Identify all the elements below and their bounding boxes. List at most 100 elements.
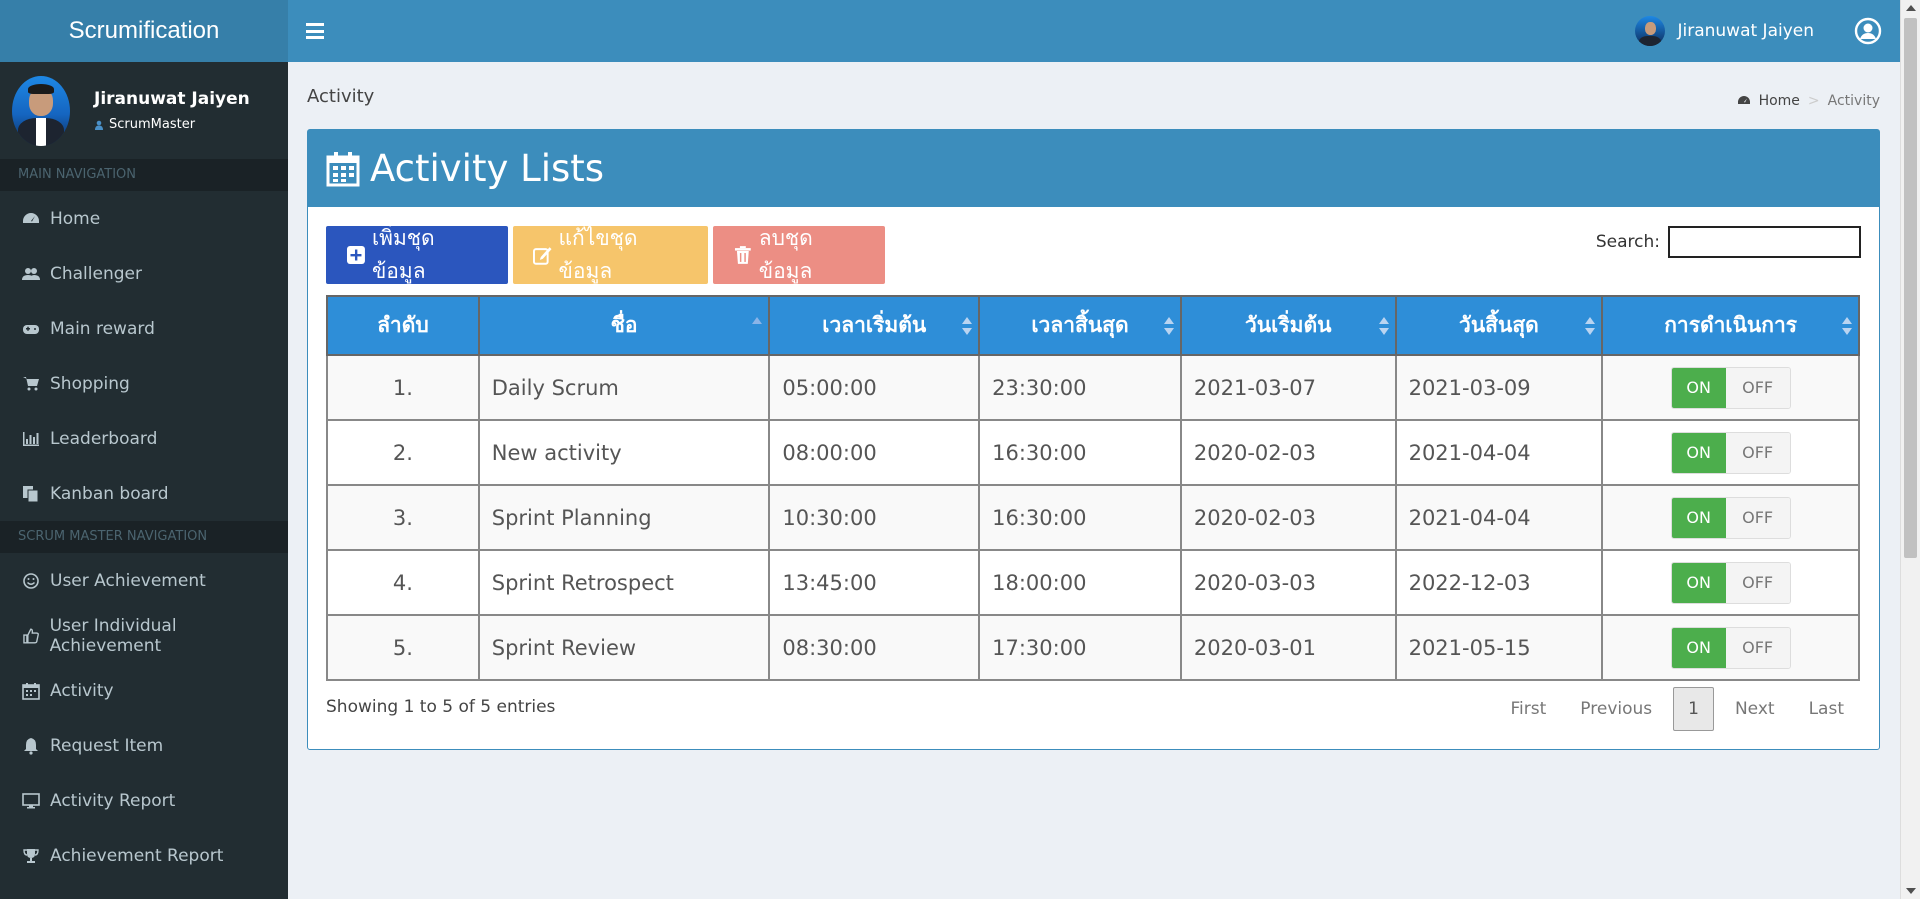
breadcrumb-home[interactable]: Home	[1759, 93, 1800, 109]
table-row[interactable]: 4. Sprint Retrospect 13:45:00 18:00:00 2…	[326, 549, 1860, 616]
add-dataset-label: เพิ่มชุดข้อมูล	[371, 226, 435, 283]
cell-action: ON OFF	[1601, 419, 1860, 486]
user-circle-icon[interactable]	[1854, 17, 1882, 45]
sidebar-item-kanban-board[interactable]: Kanban board	[0, 466, 288, 521]
toggle-on[interactable]: ON	[1671, 497, 1726, 538]
cell-action: ON OFF	[1601, 614, 1860, 681]
main-nav-header: MAIN NAVIGATION	[0, 159, 288, 191]
cell-start-time: 10:30:00	[768, 484, 981, 551]
pagination-first[interactable]: First	[1494, 687, 1564, 731]
status-toggle[interactable]: ON OFF	[1670, 366, 1791, 409]
cell-action: ON OFF	[1601, 549, 1860, 616]
search-input[interactable]	[1668, 226, 1861, 258]
cell-start-date: 2020-02-03	[1179, 484, 1397, 551]
cell-name: Sprint Retrospect	[477, 549, 771, 616]
pagination-previous[interactable]: Previous	[1563, 687, 1669, 731]
calendar-icon	[22, 682, 40, 700]
sidebar-item-activity-report[interactable]: Activity Report	[0, 773, 288, 828]
status-toggle[interactable]: ON OFF	[1670, 431, 1791, 474]
scroll-up-icon[interactable]	[1906, 5, 1916, 11]
column-header-no[interactable]: ลำดับ	[326, 295, 480, 356]
breadcrumb: Home > Activity	[1737, 93, 1880, 109]
scrollbar[interactable]	[1900, 0, 1920, 899]
top-user-menu[interactable]: Jiranuwat Jaiyen	[1635, 16, 1814, 46]
top-user-name: Jiranuwat Jaiyen	[1677, 21, 1814, 41]
table-row[interactable]: 3. Sprint Planning 10:30:00 16:30:00 202…	[326, 484, 1860, 551]
thumbs-up-icon	[23, 627, 39, 644]
sidebar-item-request-item[interactable]: Request Item	[0, 718, 288, 773]
status-toggle[interactable]: ON OFF	[1670, 626, 1791, 669]
table-row[interactable]: 5. Sprint Review 08:30:00 17:30:00 2020-…	[326, 614, 1860, 681]
page-title: Activity	[307, 86, 375, 107]
sidebar-item-user-individual-achievement[interactable]: User Individual Achievement	[0, 608, 288, 663]
edit-dataset-button[interactable]: แก้ไขชุดข้อมูล	[513, 226, 708, 284]
toggle-off[interactable]: OFF	[1725, 627, 1790, 668]
box-title: Activity Lists	[370, 147, 605, 190]
toggle-off[interactable]: OFF	[1725, 367, 1790, 408]
toggle-on[interactable]: ON	[1671, 627, 1726, 668]
table-header-row: ลำดับ ชื่อ เวลาเริ่มต้น เวลาสิ้นสุด วันเ…	[326, 295, 1860, 356]
sidebar-item-shopping[interactable]: Shopping	[0, 356, 288, 411]
toggle-off[interactable]: OFF	[1725, 562, 1790, 603]
cell-name: New activity	[477, 419, 771, 486]
add-dataset-button[interactable]: เพิ่มชุดข้อมูล	[326, 226, 508, 284]
app-logo[interactable]: Scrumification	[0, 0, 288, 62]
user-role: ScrumMaster	[94, 117, 250, 132]
status-toggle[interactable]: ON OFF	[1670, 496, 1791, 539]
pagination-next[interactable]: Next	[1718, 687, 1792, 731]
column-header-end-time[interactable]: เวลาสิ้นสุด	[978, 295, 1182, 356]
toggle-off[interactable]: OFF	[1725, 432, 1790, 473]
table-row[interactable]: 2. New activity 08:00:00 16:30:00 2020-0…	[326, 419, 1860, 486]
column-header-start-time[interactable]: เวลาเริ่มต้น	[768, 295, 981, 356]
sidebar-item-achievement-report[interactable]: Achievement Report	[0, 828, 288, 883]
sidebar-item-home[interactable]: Home	[0, 191, 288, 246]
scroll-thumb[interactable]	[1904, 18, 1917, 558]
cell-start-time: 05:00:00	[768, 354, 981, 421]
bell-icon	[24, 737, 38, 755]
delete-dataset-button[interactable]: ลบชุดข้อมูล	[713, 226, 885, 284]
pagination-last[interactable]: Last	[1792, 687, 1861, 731]
sidebar-item-label: Kanban board	[50, 483, 169, 504]
sidebar-item-label: Leaderboard	[50, 428, 158, 449]
sort-icon	[1163, 317, 1174, 335]
plus-square-icon	[346, 246, 365, 264]
cell-action: ON OFF	[1601, 354, 1860, 421]
toggle-on[interactable]: ON	[1671, 367, 1726, 408]
edit-dataset-label: แก้ไขชุดข้อมูล	[558, 226, 638, 283]
calendar-icon	[326, 151, 360, 186]
sort-asc-icon	[752, 317, 763, 324]
cell-name: Sprint Planning	[477, 484, 771, 551]
sidebar-item-activity[interactable]: Activity	[0, 663, 288, 718]
scroll-down-icon[interactable]	[1906, 888, 1916, 894]
column-header-name[interactable]: ชื่อ	[477, 295, 771, 356]
table-row[interactable]: 1. Daily Scrum 05:00:00 23:30:00 2021-03…	[326, 354, 1860, 421]
sidebar-item-main-reward[interactable]: Main reward	[0, 301, 288, 356]
avatar	[12, 75, 70, 146]
shopping-cart-icon	[23, 376, 39, 390]
toggle-off[interactable]: OFF	[1725, 497, 1790, 538]
cell-name: Daily Scrum	[477, 354, 771, 421]
desktop-icon	[22, 792, 40, 808]
edit-icon	[533, 247, 552, 265]
pagination-page-1[interactable]: 1	[1673, 687, 1714, 731]
gamepad-icon	[23, 324, 39, 334]
status-toggle[interactable]: ON OFF	[1670, 561, 1791, 604]
menu-toggle-icon[interactable]	[306, 23, 324, 39]
sidebar-item-challenger[interactable]: Challenger	[0, 246, 288, 301]
column-header-action[interactable]: การดำเนินการ	[1601, 295, 1860, 356]
column-header-start-date[interactable]: วันเริ่มต้น	[1179, 295, 1397, 356]
user-panel: Jiranuwat Jaiyen ScrumMaster	[0, 62, 288, 159]
toggle-on[interactable]: ON	[1671, 562, 1726, 603]
sidebar-item-user-achievement[interactable]: User Achievement	[0, 553, 288, 608]
user-role-label: ScrumMaster	[109, 117, 196, 132]
sidebar-item-leaderboard[interactable]: Leaderboard	[0, 411, 288, 466]
cell-end-date: 2022-12-03	[1394, 549, 1604, 616]
cell-no: 5.	[326, 614, 480, 681]
delete-dataset-label: ลบชุดข้อมูล	[758, 226, 813, 283]
sidebar-item-label: User Individual Achievement	[49, 615, 177, 656]
cell-end-time: 17:30:00	[978, 614, 1182, 681]
toggle-on[interactable]: ON	[1671, 432, 1726, 473]
column-header-end-date[interactable]: วันสิ้นสุด	[1394, 295, 1604, 356]
cell-end-time: 16:30:00	[978, 484, 1182, 551]
user-icon	[95, 120, 103, 130]
